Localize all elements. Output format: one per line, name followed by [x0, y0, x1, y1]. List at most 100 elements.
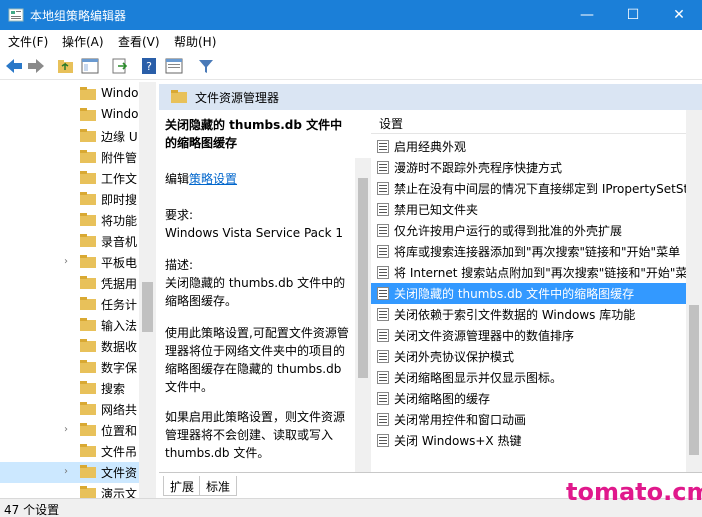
menu-action[interactable]: 操作(A) [62, 33, 104, 50]
tree-item[interactable]: 即时搜 [0, 189, 155, 210]
tree-item[interactable]: 边缘 U [0, 126, 155, 147]
policy-setting-icon [377, 224, 389, 237]
tree-item[interactable]: › 文件资 [0, 462, 155, 483]
menu-file[interactable]: 文件(F) [8, 33, 48, 50]
edit-policy-link[interactable]: 策略设置 [189, 172, 237, 186]
menu-view[interactable]: 查看(V) [118, 33, 160, 50]
description-panel: 关闭隐藏的 thumbs.db 文件中的缩略图缓存 编辑策略设置 要求: Win… [159, 110, 355, 472]
setting-row[interactable]: 关闭常用控件和窗口动画 [371, 409, 686, 430]
tree-item[interactable]: 凭据用 [0, 273, 155, 294]
description-text: 关闭隐藏的 thumbs.db 文件中的缩略图缓存。 [165, 276, 346, 308]
help-icon[interactable]: ? [140, 57, 160, 75]
tab-standard[interactable]: 标准 [199, 476, 238, 496]
setting-row[interactable]: 关闭隐藏的 thumbs.db 文件中的缩略图缓存 [371, 283, 686, 304]
tree-item[interactable]: 将功能 [0, 210, 155, 231]
setting-row[interactable]: 关闭依赖于索引文件数据的 Windows 库功能 [371, 304, 686, 325]
setting-row[interactable]: 禁止在没有中间层的情况下直接绑定到 IPropertySetSt [371, 178, 686, 199]
setting-row[interactable]: 漫游时不跟踪外壳程序快捷方式 [371, 157, 686, 178]
setting-row[interactable]: 关闭文件资源管理器中的数值排序 [371, 325, 686, 346]
setting-row[interactable]: 关闭缩略图的缓存 [371, 388, 686, 409]
policy-tree[interactable]: Windo Windo 边缘 U 附件管 工作文 即时搜 将功能 录音机 › 平板电 凭据用 任务计输… [0, 82, 156, 498]
expand-caret-icon[interactable]: › [64, 424, 68, 435]
tree-item[interactable]: › 位置和 [0, 420, 155, 441]
folder-icon [80, 297, 96, 310]
tree-item-label: 数据收 [101, 340, 138, 354]
policy-setting-icon [377, 182, 389, 195]
properties-icon[interactable] [164, 57, 184, 75]
settings-column-header[interactable]: 设置 [371, 110, 686, 134]
tree-item[interactable]: Windo [0, 84, 155, 105]
tree-item[interactable]: 文件吊 [0, 441, 155, 462]
expand-caret-icon[interactable]: › [64, 466, 68, 477]
tree-item-label: 演示文 [101, 487, 138, 498]
setting-row[interactable]: 启用经典外观 [371, 136, 686, 157]
up-folder-icon[interactable] [56, 57, 76, 75]
tree-item-label: 网络共 [101, 403, 138, 417]
setting-row[interactable]: 禁用已知文件夹 [371, 199, 686, 220]
maximize-button[interactable]: ☐ [610, 0, 656, 30]
folder-icon [80, 255, 96, 268]
policy-setting-icon [377, 329, 389, 342]
tree-item[interactable]: 录音机 [0, 231, 155, 252]
tree-scroll-thumb[interactable] [142, 282, 153, 332]
tree-item-label: 数字保 [101, 361, 138, 375]
setting-label: 关闭依赖于索引文件数据的 Windows 库功能 [394, 308, 636, 322]
setting-row[interactable]: 仅允许按用户运行的或得到批准的外壳扩展 [371, 220, 686, 241]
settings-scrollbar[interactable] [686, 110, 702, 472]
folder-icon [80, 381, 96, 394]
tree-scrollbar[interactable] [139, 82, 156, 498]
setting-label: 启用经典外观 [394, 140, 467, 154]
show-hide-tree-icon[interactable] [80, 57, 100, 75]
setting-label: 关闭文件资源管理器中的数值排序 [394, 329, 575, 343]
description-scroll-thumb[interactable] [358, 178, 368, 378]
policy-setting-icon [377, 308, 389, 321]
tree-item-label: 凭据用 [101, 277, 138, 291]
tree-item[interactable]: 工作文 [0, 168, 155, 189]
folder-icon [80, 234, 96, 247]
setting-row[interactable]: 关闭缩略图显示并仅显示图标。 [371, 367, 686, 388]
export-list-icon[interactable] [110, 57, 130, 75]
requirements-label: 要求: [165, 208, 194, 222]
close-button[interactable]: ✕ [656, 0, 702, 30]
tree-item[interactable]: 搜索 [0, 378, 155, 399]
setting-row[interactable]: 将库或搜索连接器添加到"再次搜索"链接和"开始"菜单 [371, 241, 686, 262]
tree-item[interactable]: 输入法 [0, 315, 155, 336]
setting-row[interactable]: 将 Internet 搜索站点附加到"再次搜索"链接和"开始"菜 [371, 262, 686, 283]
tree-item[interactable]: 数字保 [0, 357, 155, 378]
minimize-button[interactable]: — [564, 0, 610, 30]
tree-item-label: 文件资 [101, 466, 138, 480]
tree-item[interactable]: 任务计 [0, 294, 155, 315]
back-arrow-icon[interactable] [4, 57, 24, 75]
expand-caret-icon[interactable]: › [64, 256, 68, 267]
setting-label: 漫游时不跟踪外壳程序快捷方式 [394, 161, 563, 175]
description-scrollbar[interactable] [355, 158, 371, 472]
tab-extended[interactable]: 扩展 [163, 476, 202, 496]
policy-setting-icon [377, 413, 389, 426]
tree-item-label: Windo [101, 86, 139, 100]
setting-label: 关闭外壳协议保护模式 [394, 350, 515, 364]
tree-item-label: 工作文 [101, 172, 138, 186]
tree-item[interactable]: Windo [0, 105, 155, 126]
menu-help[interactable]: 帮助(H) [174, 33, 216, 50]
tree-item-label: 平板电 [101, 256, 138, 270]
setting-row[interactable]: 关闭外壳协议保护模式 [371, 346, 686, 367]
requirements-value: Windows Vista Service Pack 1 [165, 226, 343, 240]
settings-scroll-thumb[interactable] [689, 305, 699, 455]
filter-icon[interactable] [196, 57, 216, 75]
tree-item[interactable]: 网络共 [0, 399, 155, 420]
tree-item[interactable]: 演示文 [0, 483, 155, 498]
policy-setting-icon [377, 350, 389, 363]
folder-icon [80, 339, 96, 352]
setting-row[interactable]: 关闭 Windows+X 热键 [371, 430, 686, 451]
setting-label: 禁止在没有中间层的情况下直接绑定到 IPropertySetSt [394, 182, 686, 196]
tree-item[interactable]: › 平板电 [0, 252, 155, 273]
tree-item[interactable]: 数据收 [0, 336, 155, 357]
setting-label: 关闭缩略图的缓存 [394, 392, 491, 406]
description-label: 描述: [165, 258, 194, 272]
description-para2: 如果启用此策略设置，则文件资源管理器将不会创建、读取或写入 thumbs.db … [165, 410, 346, 460]
setting-label: 关闭 Windows+X 热键 [394, 434, 522, 448]
policy-setting-icon [377, 434, 389, 447]
tree-item[interactable]: 附件管 [0, 147, 155, 168]
tree-item-label: 录音机 [101, 235, 138, 249]
forward-arrow-icon[interactable] [26, 57, 46, 75]
